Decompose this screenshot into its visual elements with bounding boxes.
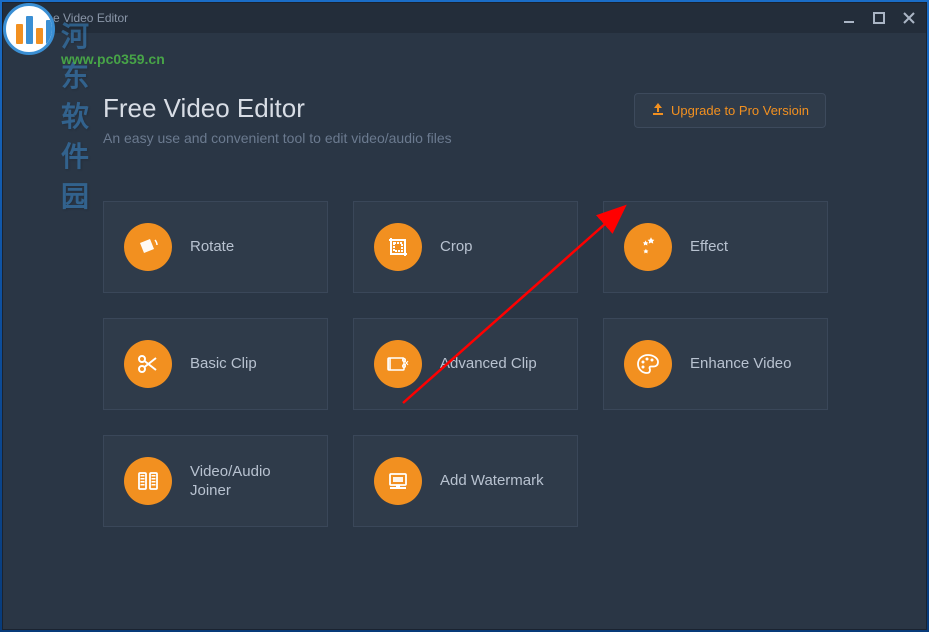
tile-label: Add Watermark xyxy=(440,471,544,491)
joiner-icon xyxy=(124,457,172,505)
basic-clip-tile[interactable]: Basic Clip xyxy=(103,318,328,410)
tile-label: Video/Audio Joiner xyxy=(190,462,307,501)
watermark-tile[interactable]: Add Watermark xyxy=(353,435,578,527)
upgrade-label: Upgrade to Pro Versioin xyxy=(671,103,809,118)
upgrade-button[interactable]: Upgrade to Pro Versioin xyxy=(634,93,826,128)
upgrade-icon xyxy=(651,102,665,119)
content-area: Free Video Editor An easy use and conven… xyxy=(3,33,926,629)
tile-label: Rotate xyxy=(190,237,234,257)
tile-label: Enhance Video xyxy=(690,354,791,374)
rotate-icon xyxy=(124,223,172,271)
crop-tile[interactable]: Crop xyxy=(353,201,578,293)
window-controls xyxy=(840,9,918,27)
advanced-clip-tile[interactable]: Advanced Clip xyxy=(353,318,578,410)
tile-label: Basic Clip xyxy=(190,354,257,374)
advanced-clip-icon xyxy=(374,340,422,388)
titlebar-title: Free Video Editor xyxy=(35,11,128,25)
effect-tile[interactable]: Effect xyxy=(603,201,828,293)
close-button[interactable] xyxy=(900,9,918,27)
minimize-button[interactable] xyxy=(840,9,858,27)
rotate-tile[interactable]: Rotate xyxy=(103,201,328,293)
tile-label: Advanced Clip xyxy=(440,354,537,374)
app-window: Free Video Editor 河东软件园 xyxy=(2,2,927,630)
effect-icon xyxy=(624,223,672,271)
palette-icon xyxy=(624,340,672,388)
maximize-button[interactable] xyxy=(870,9,888,27)
watermark-icon xyxy=(374,457,422,505)
enhance-video-tile[interactable]: Enhance Video xyxy=(603,318,828,410)
header-section: Free Video Editor An easy use and conven… xyxy=(103,93,826,146)
page-subtitle: An easy use and convenient tool to edit … xyxy=(103,130,826,146)
tile-label: Crop xyxy=(440,237,473,257)
titlebar: Free Video Editor xyxy=(3,3,926,33)
joiner-tile[interactable]: Video/Audio Joiner xyxy=(103,435,328,527)
tools-grid: Rotate Crop Effect Basic C xyxy=(103,201,826,527)
app-icon xyxy=(11,10,27,26)
tile-label: Effect xyxy=(690,237,728,257)
crop-icon xyxy=(374,223,422,271)
scissors-icon xyxy=(124,340,172,388)
